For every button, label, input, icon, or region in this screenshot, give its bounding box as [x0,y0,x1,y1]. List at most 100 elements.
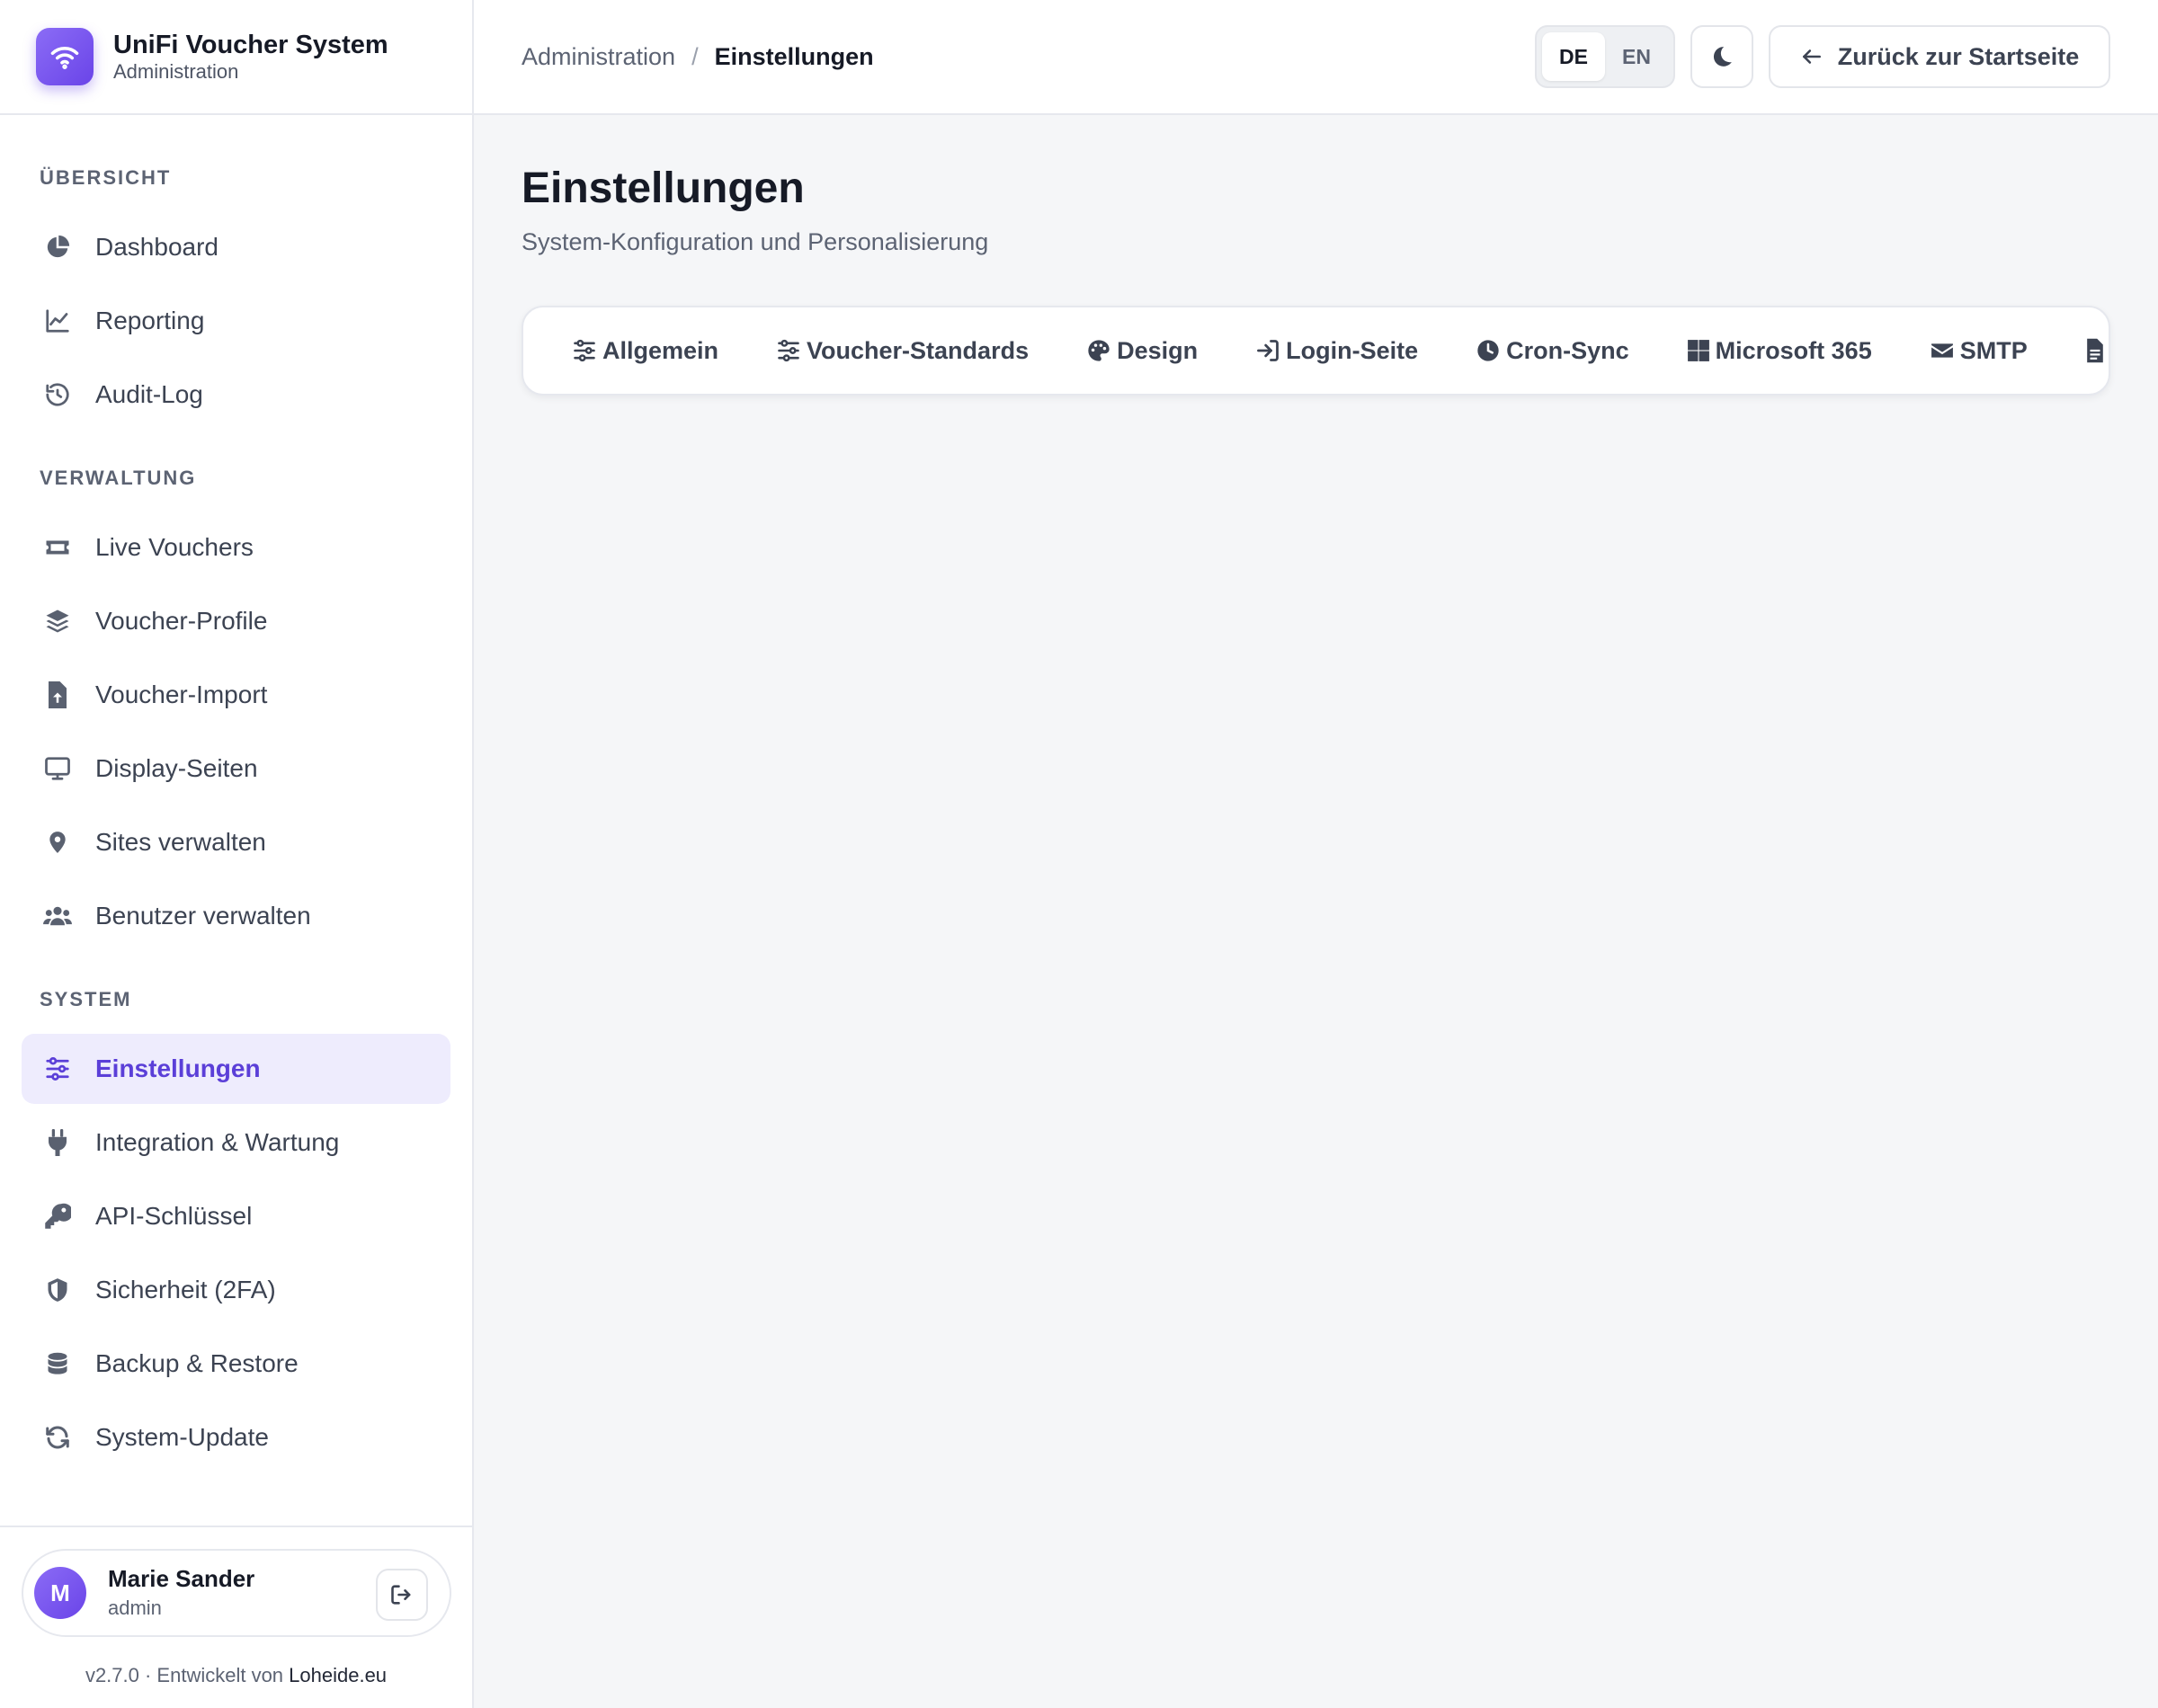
version-info: v2.7.0 · Entwickelt von Loheide.eu [0,1664,472,1687]
tab-label: Allgemein [602,336,719,364]
language-switch: DE EN [1535,25,1675,88]
sidebar-item-label: Einstellungen [95,1054,261,1082]
tab-label: Cron-Sync [1506,336,1629,364]
nav-section-title: VERWALTUNG [40,467,197,489]
avatar: M [34,1567,86,1619]
tab-texte[interactable]: Te [2085,337,2109,365]
brand-subtitle: Administration [113,60,239,83]
sidebar-item-api-keys[interactable]: API-Schlüssel [22,1181,450,1251]
plug-icon [43,1128,72,1157]
sidebar-item-label: Benutzer verwalten [95,902,311,930]
tab-design[interactable]: Design [1086,337,1198,365]
users-icon [43,902,72,930]
key-icon [43,1202,72,1231]
sidebar-item-voucher-import[interactable]: Voucher-Import [22,660,450,730]
layers-icon [43,607,72,636]
pie-chart-icon [43,233,72,262]
page-title: Einstellungen [522,165,805,212]
arrow-left-icon [1802,49,1821,64]
shield-icon [43,1276,72,1304]
tab-label: Microsoft 365 [1715,336,1872,364]
sidebar-item-label: API-Schlüssel [95,1202,253,1230]
breadcrumb: Administration / Einstellungen [522,0,874,113]
user-card: M Marie Sander admin [22,1549,451,1637]
sidebar-item-display-seiten[interactable]: Display-Seiten [22,734,450,804]
topbar: Administration / Einstellungen DE EN Zur… [474,0,2158,115]
tab-allgemein[interactable]: Allgemein [572,337,718,365]
ticket-icon [43,533,72,562]
settings-tabbar: Allgemein Voucher-Standards Design Login… [522,306,2110,396]
sidebar-item-live-vouchers[interactable]: Live Vouchers [22,512,450,583]
logout-icon [391,1585,411,1605]
database-icon [43,1349,72,1378]
sidebar-nav: ÜBERSICHT Dashboard Reporting Audit-Log … [0,115,472,1472]
history-icon [43,380,72,409]
tab-microsoft-365[interactable]: Microsoft 365 [1687,337,1872,365]
sidebar-item-settings[interactable]: Einstellungen [22,1034,450,1104]
sidebar-item-label: Backup & Restore [95,1349,299,1377]
tab-login-seite[interactable]: Login-Seite [1255,337,1418,365]
refresh-icon [43,1423,72,1452]
sidebar-item-sites[interactable]: Sites verwalten [22,807,450,877]
map-pin-icon [43,828,72,857]
sliders-icon [572,338,597,363]
sliders-icon [776,338,801,363]
palette-icon [1086,338,1111,363]
tab-cron-sync[interactable]: Cron-Sync [1476,337,1629,365]
sidebar-item-reporting[interactable]: Reporting [22,286,450,356]
sidebar-item-voucher-profile[interactable]: Voucher-Profile [22,586,450,656]
lang-de-button[interactable]: DE [1542,32,1605,81]
tab-voucher-standards[interactable]: Voucher-Standards [776,337,1029,365]
sidebar-item-label: Dashboard [95,233,218,261]
line-chart-icon [43,307,72,335]
sidebar-item-label: Live Vouchers [95,533,254,561]
back-button-label: Zurück zur Startseite [1837,42,2080,70]
breadcrumb-separator: / [691,42,699,70]
sidebar-item-label: Voucher-Profile [95,607,268,635]
sidebar-item-label: Audit-Log [95,380,203,408]
user-name: Marie Sander [108,1565,255,1592]
sidebar-item-label: Voucher-Import [95,681,268,708]
file-upload-icon [43,681,72,709]
sidebar-item-system-update[interactable]: System-Update [22,1402,450,1472]
user-role: admin [108,1597,162,1619]
breadcrumb-current: Einstellungen [714,42,874,70]
sidebar: UniFi Voucher System Administration ÜBER… [0,0,474,1708]
envelope-icon [1930,339,1955,362]
brand[interactable]: UniFi Voucher System Administration [0,0,472,115]
sign-in-icon [1255,338,1280,363]
developer-link[interactable]: Loheide.eu [289,1664,387,1686]
sidebar-item-label: Integration & Wartung [95,1128,340,1156]
nav-section-title: SYSTEM [40,988,132,1010]
tab-label: Login-Seite [1286,336,1419,364]
back-to-home-button[interactable]: Zurück zur Startseite [1769,25,2110,88]
page-subtitle: System-Konfiguration und Personalisierun… [522,228,989,255]
sidebar-item-integration[interactable]: Integration & Wartung [22,1108,450,1178]
windows-icon [1687,339,1710,362]
theme-toggle-button[interactable] [1690,25,1753,88]
sidebar-item-security[interactable]: Sicherheit (2FA) [22,1255,450,1325]
main-content: Einstellungen System-Konfiguration und P… [474,115,2158,1708]
sidebar-item-label: System-Update [95,1423,269,1451]
sidebar-footer: M Marie Sander admin v2.7.0 · Entwickelt… [0,1526,472,1708]
tab-smtp[interactable]: SMTP [1930,337,2028,365]
tab-label: SMTP [1959,336,2028,364]
version-text: v2.7.0 · Entwickelt von [85,1664,290,1686]
brand-title: UniFi Voucher System [113,31,388,59]
sidebar-item-label: Sites verwalten [95,828,266,856]
tab-label: Design [1117,336,1199,364]
logout-button[interactable] [376,1569,428,1621]
sidebar-item-dashboard[interactable]: Dashboard [22,212,450,282]
lang-en-button[interactable]: EN [1605,32,1668,81]
sliders-icon [43,1054,72,1083]
tab-label: Voucher-Standards [807,336,1030,364]
breadcrumb-root[interactable]: Administration [522,43,675,71]
sidebar-item-backup[interactable]: Backup & Restore [22,1329,450,1399]
monitor-icon [43,754,72,783]
sidebar-item-audit-log[interactable]: Audit-Log [22,360,450,430]
moon-icon [1713,47,1732,67]
clock-icon [1476,338,1501,363]
sidebar-item-users[interactable]: Benutzer verwalten [22,881,450,951]
sidebar-item-label: Display-Seiten [95,754,258,782]
sidebar-item-label: Reporting [95,307,205,334]
